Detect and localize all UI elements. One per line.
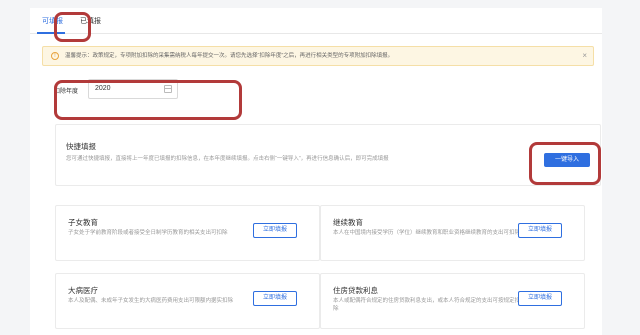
category-title: 住房贷款利息	[333, 286, 378, 295]
category-card-housing-loan-interest: 住房贷款利息 本人或配偶符合规定的住房贷款利息支出，或本人符合规定的支出可按规定…	[320, 273, 585, 329]
category-title: 继续教育	[333, 218, 363, 227]
quick-fill-title: 快捷填报	[66, 142, 96, 151]
highlight-box-tab	[54, 12, 91, 42]
category-description: 子女处于学前教育阶段或者接受全日制学历教育的相关支出可扣除	[68, 230, 228, 236]
fill-now-button[interactable]: 立即填报	[253, 291, 297, 306]
close-icon[interactable]: ×	[582, 47, 587, 65]
highlight-box-import	[529, 142, 601, 185]
category-card-continuing-education: 继续教育 本人在中国境内接受学历（学位）继续教育和职业资格继续教育的支出可扣除 …	[320, 205, 585, 261]
content-panel: 可填报 已填报 ! 温馨提示：政策规定，专项附加扣除的采集需纳税人每年提交一次。…	[30, 8, 602, 335]
category-title: 子女教育	[68, 218, 98, 227]
quick-fill-description: 您可通过快捷填报，直接将上一年度已填报的扣除信息，在本年度继续填报。点击右侧“一…	[66, 156, 389, 162]
tab-bar: 可填报 已填报	[30, 8, 602, 34]
quick-fill-card: 快捷填报 您可通过快捷填报，直接将上一年度已填报的扣除信息，在本年度继续填报。点…	[55, 124, 601, 186]
fill-now-button[interactable]: 立即填报	[253, 223, 297, 238]
category-description: 本人及配偶、未成年子女发生的大病医药费用支出可限额内据实扣除	[68, 298, 234, 304]
notice-text: 温馨提示：政策规定，专项附加扣除的采集需纳税人每年提交一次。请您先选择“扣除年度…	[65, 53, 394, 59]
highlight-box-year	[54, 80, 242, 120]
category-card-child-education: 子女教育 子女处于学前教育阶段或者接受全日制学历教育的相关支出可扣除 立即填报	[55, 205, 320, 261]
fill-now-button[interactable]: 立即填报	[518, 291, 562, 306]
category-description: 本人或配偶符合规定的住房贷款利息支出，或本人符合规定的支出可按规定扣除	[333, 298, 521, 312]
category-title: 大病医疗	[68, 286, 98, 295]
category-description: 本人在中国境内接受学历（学位）继续教育和职业资格继续教育的支出可扣除	[333, 230, 521, 236]
info-icon: !	[51, 52, 59, 60]
category-card-serious-illness: 大病医疗 本人及配偶、未成年子女发生的大病医药费用支出可限额内据实扣除 立即填报	[55, 273, 320, 329]
fill-now-button[interactable]: 立即填报	[518, 223, 562, 238]
notice-banner: ! 温馨提示：政策规定，专项附加扣除的采集需纳税人每年提交一次。请您先选择“扣除…	[42, 46, 594, 66]
